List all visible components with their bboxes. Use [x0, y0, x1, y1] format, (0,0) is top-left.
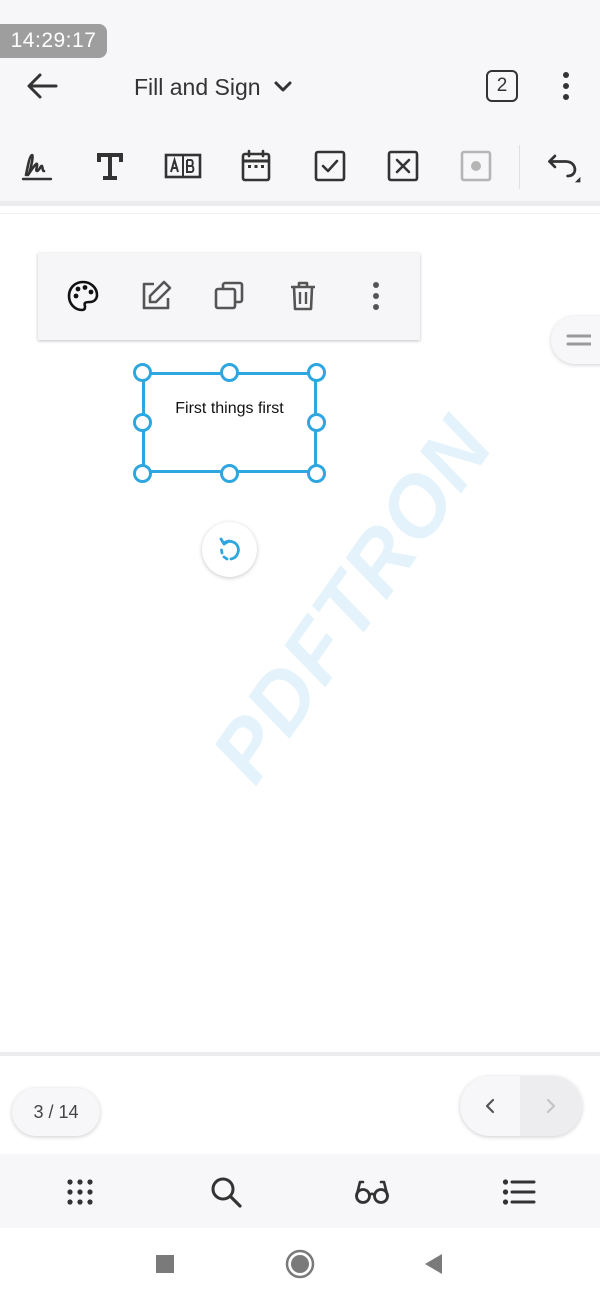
grid-icon — [67, 1179, 93, 1205]
rotate-icon — [219, 537, 240, 560]
recents-button[interactable] — [149, 1248, 181, 1280]
checkmark-tool[interactable] — [310, 146, 350, 186]
more-vert-icon — [373, 282, 379, 310]
toolbar-divider-line — [0, 201, 600, 206]
more-options-button[interactable] — [552, 70, 580, 102]
page-title: Fill and Sign — [134, 73, 261, 100]
style-button[interactable] — [66, 279, 100, 313]
list-icon — [502, 1179, 536, 1205]
page-top-edge — [0, 213, 600, 214]
cross-tool[interactable] — [383, 146, 423, 186]
triangle-back-icon — [425, 1254, 442, 1274]
cross-icon — [387, 150, 419, 182]
dot-tool[interactable] — [456, 146, 496, 186]
chevron-left-icon — [485, 1098, 495, 1114]
drag-handle-icon — [566, 334, 591, 346]
toolbar-divider — [519, 145, 520, 189]
reading-mode-button[interactable] — [352, 1172, 392, 1212]
square-icon — [156, 1255, 174, 1273]
tabs-button[interactable]: 2 — [486, 70, 518, 102]
palette-icon — [67, 280, 99, 312]
reading-glasses-icon — [355, 1180, 389, 1204]
comb-text-icon — [164, 153, 202, 179]
mode-selector[interactable]: Fill and Sign — [134, 70, 293, 104]
undo-button[interactable] — [544, 146, 584, 186]
text-box-content: First things first — [175, 400, 284, 417]
chevron-down-icon — [274, 81, 292, 92]
signature-tool[interactable] — [17, 146, 57, 186]
back-arrow-icon — [27, 73, 58, 99]
previous-page-button[interactable] — [460, 1076, 520, 1136]
text-icon — [97, 153, 123, 180]
search-icon — [211, 1177, 242, 1208]
top-app-bar — [0, 0, 600, 128]
home-button[interactable] — [284, 1248, 316, 1280]
resize-handle-top-left[interactable] — [133, 363, 152, 382]
next-page-button[interactable] — [520, 1076, 582, 1136]
rotate-handle[interactable] — [202, 522, 257, 577]
chevron-right-icon — [546, 1098, 556, 1114]
page-indicator[interactable]: 3 / 14 — [12, 1088, 100, 1136]
duplicate-button[interactable] — [212, 279, 246, 313]
delete-icon — [291, 281, 315, 311]
date-tool[interactable] — [236, 146, 276, 186]
edit-icon — [142, 280, 172, 310]
more-vert-icon — [563, 72, 569, 100]
page-navigation — [460, 1076, 582, 1136]
edit-button[interactable] — [139, 279, 173, 313]
delete-button[interactable] — [286, 279, 320, 313]
outline-button[interactable] — [499, 1172, 539, 1212]
undo-icon — [548, 154, 581, 183]
side-panel-handle[interactable] — [551, 316, 600, 364]
search-button[interactable] — [206, 1172, 246, 1212]
resize-handle-left[interactable] — [133, 413, 152, 432]
copy-icon — [214, 281, 244, 310]
comb-text-tool[interactable] — [163, 146, 203, 186]
annotation-more-button[interactable] — [359, 279, 393, 313]
checkmark-icon — [314, 150, 346, 182]
system-back-button[interactable] — [418, 1248, 450, 1280]
resize-handle-bottom-left[interactable] — [133, 464, 152, 483]
dot-icon — [460, 150, 492, 182]
page-bottom-edge — [0, 1052, 600, 1056]
resize-handle-top-right[interactable] — [307, 363, 326, 382]
resize-handle-top[interactable] — [220, 363, 239, 382]
resize-handle-right[interactable] — [307, 413, 326, 432]
thumbnails-button[interactable] — [60, 1172, 100, 1212]
back-button[interactable] — [22, 66, 62, 106]
status-clock: 14:29:17 — [0, 24, 107, 58]
text-tool[interactable] — [90, 146, 130, 186]
signature-icon — [21, 153, 53, 181]
date-icon — [241, 149, 271, 182]
resize-handle-bottom[interactable] — [220, 464, 239, 483]
home-circle-icon — [285, 1249, 315, 1279]
selected-text-box[interactable] — [142, 372, 317, 473]
resize-handle-bottom-right[interactable] — [307, 464, 326, 483]
